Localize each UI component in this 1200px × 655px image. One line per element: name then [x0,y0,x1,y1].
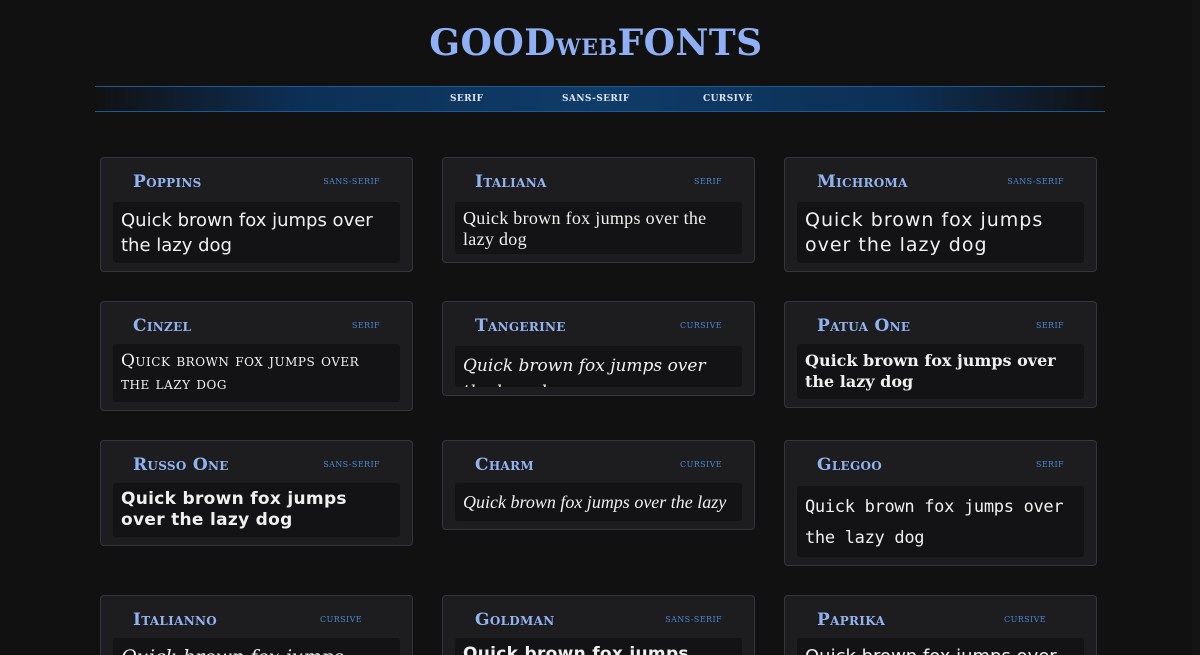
font-category-badge: SANS-SERIF [1007,177,1064,186]
font-preview: Quick brown fox jumps over the lazy dog [113,344,400,402]
font-name: Michroma [817,172,908,192]
nav-link-cursive[interactable]: CURSIVE [703,94,753,104]
font-name: Tangerine [475,316,566,336]
font-category-badge: SANS-SERIF [665,615,722,624]
font-name: Poppins [133,172,202,192]
page-scrollbar[interactable] [1192,0,1200,655]
font-category-badge: CURSIVE [680,460,722,469]
font-name: Patua One [817,316,911,336]
logo-part-web: WEB [555,35,618,61]
font-category-badge: SANS-SERIF [323,460,380,469]
font-name: Charm [475,455,534,475]
font-name: Russo One [133,455,229,475]
font-name: Italiana [475,172,547,192]
font-card-paprika[interactable]: Paprika CURSIVE Quick brown fox jumps ov… [784,595,1097,655]
font-category-badge: SERIF [1035,321,1064,330]
font-preview: Quick brown fox jumps over the lazy dog [797,638,1084,655]
font-card-italianno[interactable]: Italianno CURSIVE Quick brown fox jumps … [100,595,413,655]
font-preview: Quick brown fox jumps over the lazy dog [455,483,742,521]
font-preview: Quick brown fox jumps over the lazy dog [455,202,742,254]
font-name: Italianno [133,610,217,630]
font-card-cinzel[interactable]: Cinzel SERIF Quick brown fox jumps over … [100,301,413,411]
font-preview: Quick brown fox jumps over the lazy dog [455,346,742,387]
category-nav: SERIF SANS-SERIF CURSIVE [95,86,1105,112]
font-name: Paprika [817,610,886,630]
site-logo[interactable]: GOODWEBFONTS [0,22,1192,64]
nav-link-serif[interactable]: SERIF [450,94,483,104]
font-name: Goldman [475,610,555,630]
font-card-patua-one[interactable]: Patua One SERIF Quick brown fox jumps ov… [784,301,1097,408]
font-preview: Quick brown fox jumps over the lazy dog [113,638,400,655]
font-card-italiana[interactable]: Italiana SERIF Quick brown fox jumps ove… [442,157,755,263]
font-card-goldman[interactable]: Goldman SANS-SERIF Quick brown fox jumps… [442,595,755,655]
font-category-badge: SERIF [351,321,380,330]
font-category-badge: CURSIVE [1004,615,1046,624]
font-card-russo-one[interactable]: Russo One SANS-SERIF Quick brown fox jum… [100,440,413,546]
font-card-tangerine[interactable]: Tangerine CURSIVE Quick brown fox jumps … [442,301,755,396]
font-preview: Quick brown fox jumps over the lazy dog [797,202,1084,263]
font-card-michroma[interactable]: Michroma SANS-SERIF Quick brown fox jump… [784,157,1097,272]
font-card-poppins[interactable]: Poppins SANS-SERIF Quick brown fox jumps… [100,157,413,272]
nav-link-sans-serif[interactable]: SANS-SERIF [562,94,630,104]
font-name: Cinzel [133,316,192,336]
font-category-badge: SERIF [1035,460,1064,469]
font-category-badge: SERIF [693,177,722,186]
logo-part-good: GOOD [429,22,556,64]
font-preview: Quick brown fox jumps over the lazy dog [797,486,1084,557]
font-category-badge: CURSIVE [320,615,362,624]
font-category-badge: SANS-SERIF [323,177,380,186]
font-preview: Quick brown fox jumps over the lazy dog [455,638,742,655]
font-preview: Quick brown fox jumps over the lazy dog [113,202,400,263]
font-preview: Quick brown fox jumps over the lazy dog [113,483,400,537]
font-preview: Quick brown fox jumps over the lazy dog [797,344,1084,399]
font-card-charm[interactable]: Charm CURSIVE Quick brown fox jumps over… [442,440,755,530]
logo-part-fonts: FONTS [617,22,763,64]
font-card-glegoo[interactable]: Glegoo SERIF Quick brown fox jumps over … [784,440,1097,566]
font-category-badge: CURSIVE [680,321,722,330]
font-name: Glegoo [817,455,883,475]
